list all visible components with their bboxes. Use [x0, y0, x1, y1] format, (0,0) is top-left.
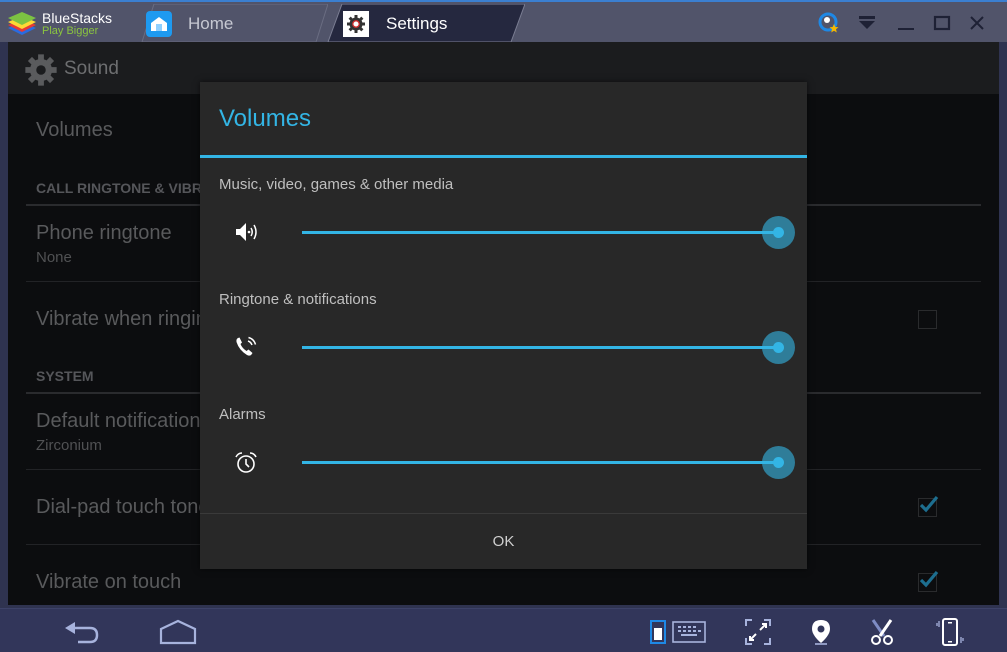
- tab-settings-label: Settings: [386, 14, 448, 33]
- account-icon: [818, 12, 839, 33]
- bluestacks-layers-icon: [8, 12, 36, 35]
- minimize-icon: [898, 28, 914, 30]
- pref-vibrate-when-ringing[interactable]: Vibrate when ringing: [36, 308, 218, 331]
- home-icon: [146, 11, 172, 37]
- ok-button[interactable]: OK: [200, 514, 807, 569]
- app-name: BlueStacks: [42, 10, 113, 26]
- alarm-clock-icon: [233, 450, 259, 476]
- scissors-button[interactable]: [868, 617, 896, 647]
- media-volume-slider[interactable]: [302, 212, 797, 252]
- tab-settings[interactable]: Settings: [320, 4, 525, 42]
- keyboard-button[interactable]: [671, 617, 707, 647]
- portrait-mode-button[interactable]: [650, 617, 666, 647]
- back-icon: [65, 622, 99, 644]
- pref-vibrate-when-ringing-title: Vibrate when ringing: [36, 308, 218, 330]
- shake-button[interactable]: [934, 617, 966, 647]
- close-button[interactable]: [964, 10, 990, 36]
- slider-thumb-center: [773, 227, 784, 238]
- pref-phone-ringtone[interactable]: Phone ringtone None: [36, 222, 172, 266]
- account-button[interactable]: [816, 10, 842, 36]
- pref-volumes[interactable]: Volumes: [36, 119, 113, 142]
- category-system: SYSTEM: [36, 368, 94, 384]
- pref-dialpad-touch-tones[interactable]: Dial-pad touch tones: [36, 496, 219, 519]
- ringtone-volume-slider[interactable]: [302, 327, 797, 367]
- pref-volumes-title: Volumes: [36, 119, 113, 141]
- speaker-icon: [233, 219, 259, 245]
- slider-track: [302, 346, 778, 349]
- tab-home-label: Home: [188, 14, 234, 33]
- gear-icon: [343, 11, 369, 37]
- scissors-icon: [871, 619, 893, 645]
- maximize-icon: [933, 15, 951, 31]
- slider-thumb-center: [773, 457, 784, 468]
- ringtone-volume-label: Ringtone & notifications: [219, 291, 377, 308]
- bluestacks-logo: BlueStacks Play Bigger: [6, 6, 126, 40]
- dialog-title: Volumes: [219, 105, 312, 132]
- media-volume-label: Music, video, games & other media: [219, 176, 454, 193]
- dialpad-touch-tones-checkbox[interactable]: [918, 495, 939, 517]
- checkmark-icon: [919, 570, 939, 588]
- bottom-bar: [0, 608, 1007, 652]
- volumes-dialog: Volumes Music, video, games & other medi…: [200, 82, 807, 569]
- slider-track: [302, 461, 778, 464]
- gear-icon[interactable]: [24, 53, 58, 87]
- close-icon: [970, 16, 984, 30]
- phone-ring-icon: [233, 334, 259, 360]
- vibrate-on-touch-checkbox[interactable]: [918, 570, 939, 592]
- home-button[interactable]: [156, 617, 200, 647]
- minimize-button[interactable]: [893, 10, 919, 36]
- dialog-title-divider: [200, 155, 807, 158]
- portrait-mode-icon: [650, 620, 666, 644]
- title-bar: BlueStacks Play Bigger Home Settings: [0, 0, 1007, 42]
- location-icon: [812, 620, 830, 645]
- menu-dropdown-button[interactable]: [854, 10, 880, 36]
- app-tagline: Play Bigger: [42, 25, 99, 37]
- keyboard-icon: [672, 621, 706, 643]
- slider-thumb-center: [773, 342, 784, 353]
- pref-vibrate-on-touch[interactable]: Vibrate on touch: [36, 571, 181, 594]
- location-button[interactable]: [808, 617, 834, 647]
- pref-vibrate-on-touch-title: Vibrate on touch: [36, 571, 182, 593]
- slider-track: [302, 231, 778, 234]
- alarm-volume-slider[interactable]: [302, 442, 797, 482]
- action-bar-title: Sound: [64, 58, 119, 79]
- fullscreen-icon: [745, 619, 771, 645]
- vibrate-when-ringing-checkbox[interactable]: [918, 310, 937, 329]
- tab-home[interactable]: Home: [128, 4, 328, 42]
- maximize-button[interactable]: [929, 10, 955, 36]
- checkmark-icon: [919, 495, 939, 513]
- pref-dialpad-touch-tones-title: Dial-pad touch tones: [36, 496, 220, 518]
- fullscreen-button[interactable]: [743, 617, 773, 647]
- menu-dropdown-icon: [859, 16, 875, 29]
- back-button[interactable]: [60, 617, 104, 647]
- shake-icon: [936, 618, 964, 646]
- pref-phone-ringtone-title: Phone ringtone: [36, 222, 172, 244]
- alarm-volume-label: Alarms: [219, 406, 266, 423]
- pref-phone-ringtone-summary: None: [36, 249, 72, 266]
- home-icon: [159, 619, 197, 645]
